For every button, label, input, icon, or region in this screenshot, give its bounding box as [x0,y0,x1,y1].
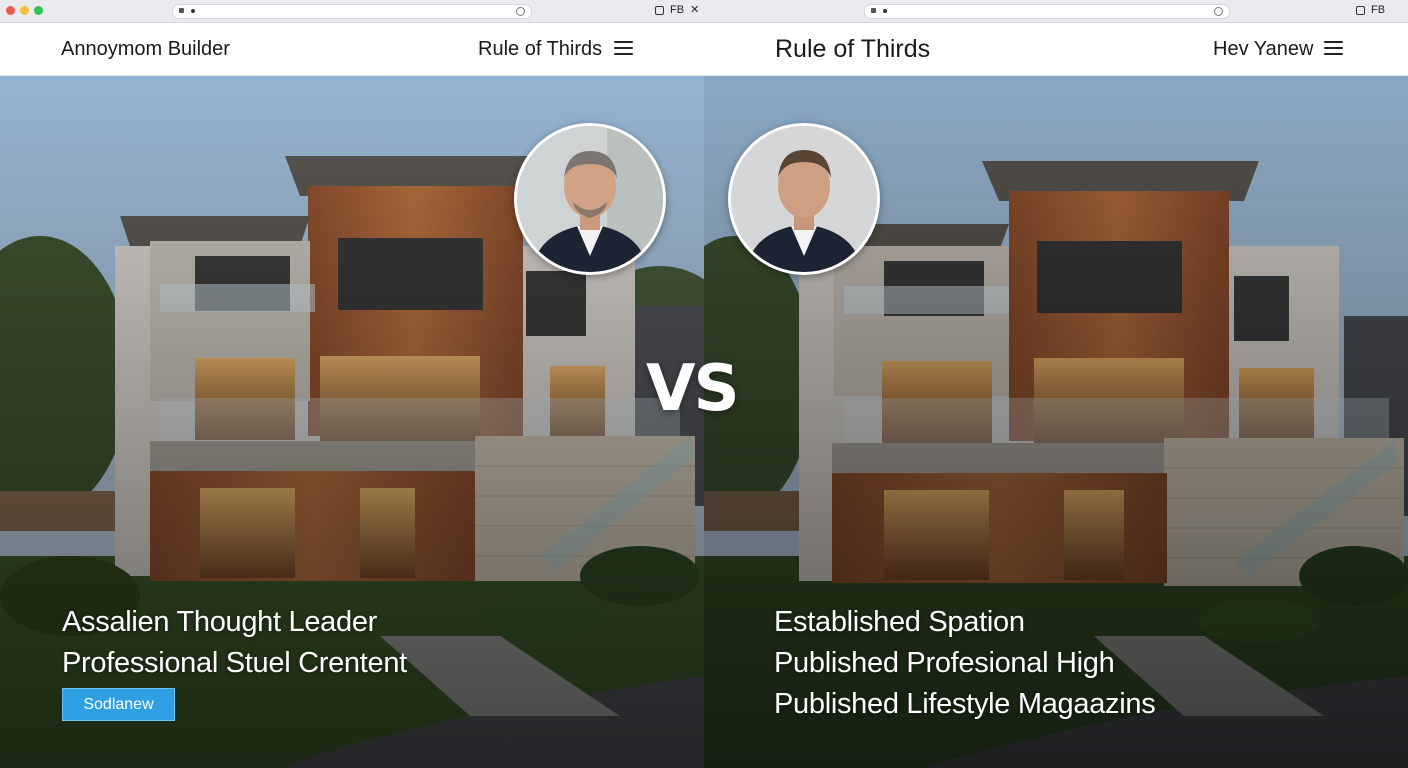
left-pane: FB ✕ Annoymom Builder Rule of Thirds Ass… [0,0,704,768]
agent-avatar [728,123,880,275]
vs-label: VS [646,352,740,426]
maximize-window-button[interactable] [34,6,43,15]
headline-line: Professional Stuel Crentent [62,647,407,679]
secure-icon [191,9,195,13]
headline-line: Published Lifestyle Magaazins [774,688,1156,720]
address-bar[interactable] [172,4,532,19]
toolbar-icon-label[interactable]: FB [670,4,684,17]
traffic-lights [6,6,43,15]
agent-avatar [514,123,666,275]
nav-link[interactable]: Hev Yanew [1213,38,1313,61]
window-controls: FB ✕ [655,4,699,17]
menu-icon[interactable] [1324,41,1343,55]
window-controls: FB [1356,4,1385,17]
headline-line: Published Profesional High [774,647,1115,679]
secure-icon [883,9,887,13]
address-bar[interactable] [864,4,1230,19]
headline-line: Assalien Thought Leader [62,606,378,638]
headline: Established Spation Published Profesiona… [774,602,1156,725]
close-window-button[interactable] [6,6,15,15]
nav-title[interactable]: Rule of Thirds [775,35,930,64]
site-icon [871,8,876,13]
headline-line: Established Spation [774,606,1025,638]
tab-icon[interactable] [1356,6,1365,15]
toolbar-icon-label[interactable]: FB [1371,4,1385,17]
portrait-photo [731,126,877,272]
reader-icon[interactable] [516,7,525,16]
close-icon[interactable]: ✕ [690,4,699,17]
cta-button[interactable]: Sodlanew [62,688,175,721]
browser-chrome: FB ✕ [0,0,704,23]
portrait-photo [517,126,663,272]
site-header: Rule of Thirds Hev Yanew [704,23,1408,76]
site-header: Annoymom Builder Rule of Thirds [0,23,704,76]
right-pane: FB Rule of Thirds Hev Yanew Established … [704,0,1408,768]
tab-icon[interactable] [655,6,664,15]
nav-title[interactable]: Rule of Thirds [478,38,602,61]
headline: Assalien Thought Leader Professional Stu… [62,602,407,684]
menu-icon[interactable] [614,41,633,55]
minimize-window-button[interactable] [20,6,29,15]
brand-logo[interactable]: Annoymom Builder [61,38,230,61]
site-icon [179,8,184,13]
browser-chrome: FB [704,0,1408,23]
reader-icon[interactable] [1214,7,1223,16]
